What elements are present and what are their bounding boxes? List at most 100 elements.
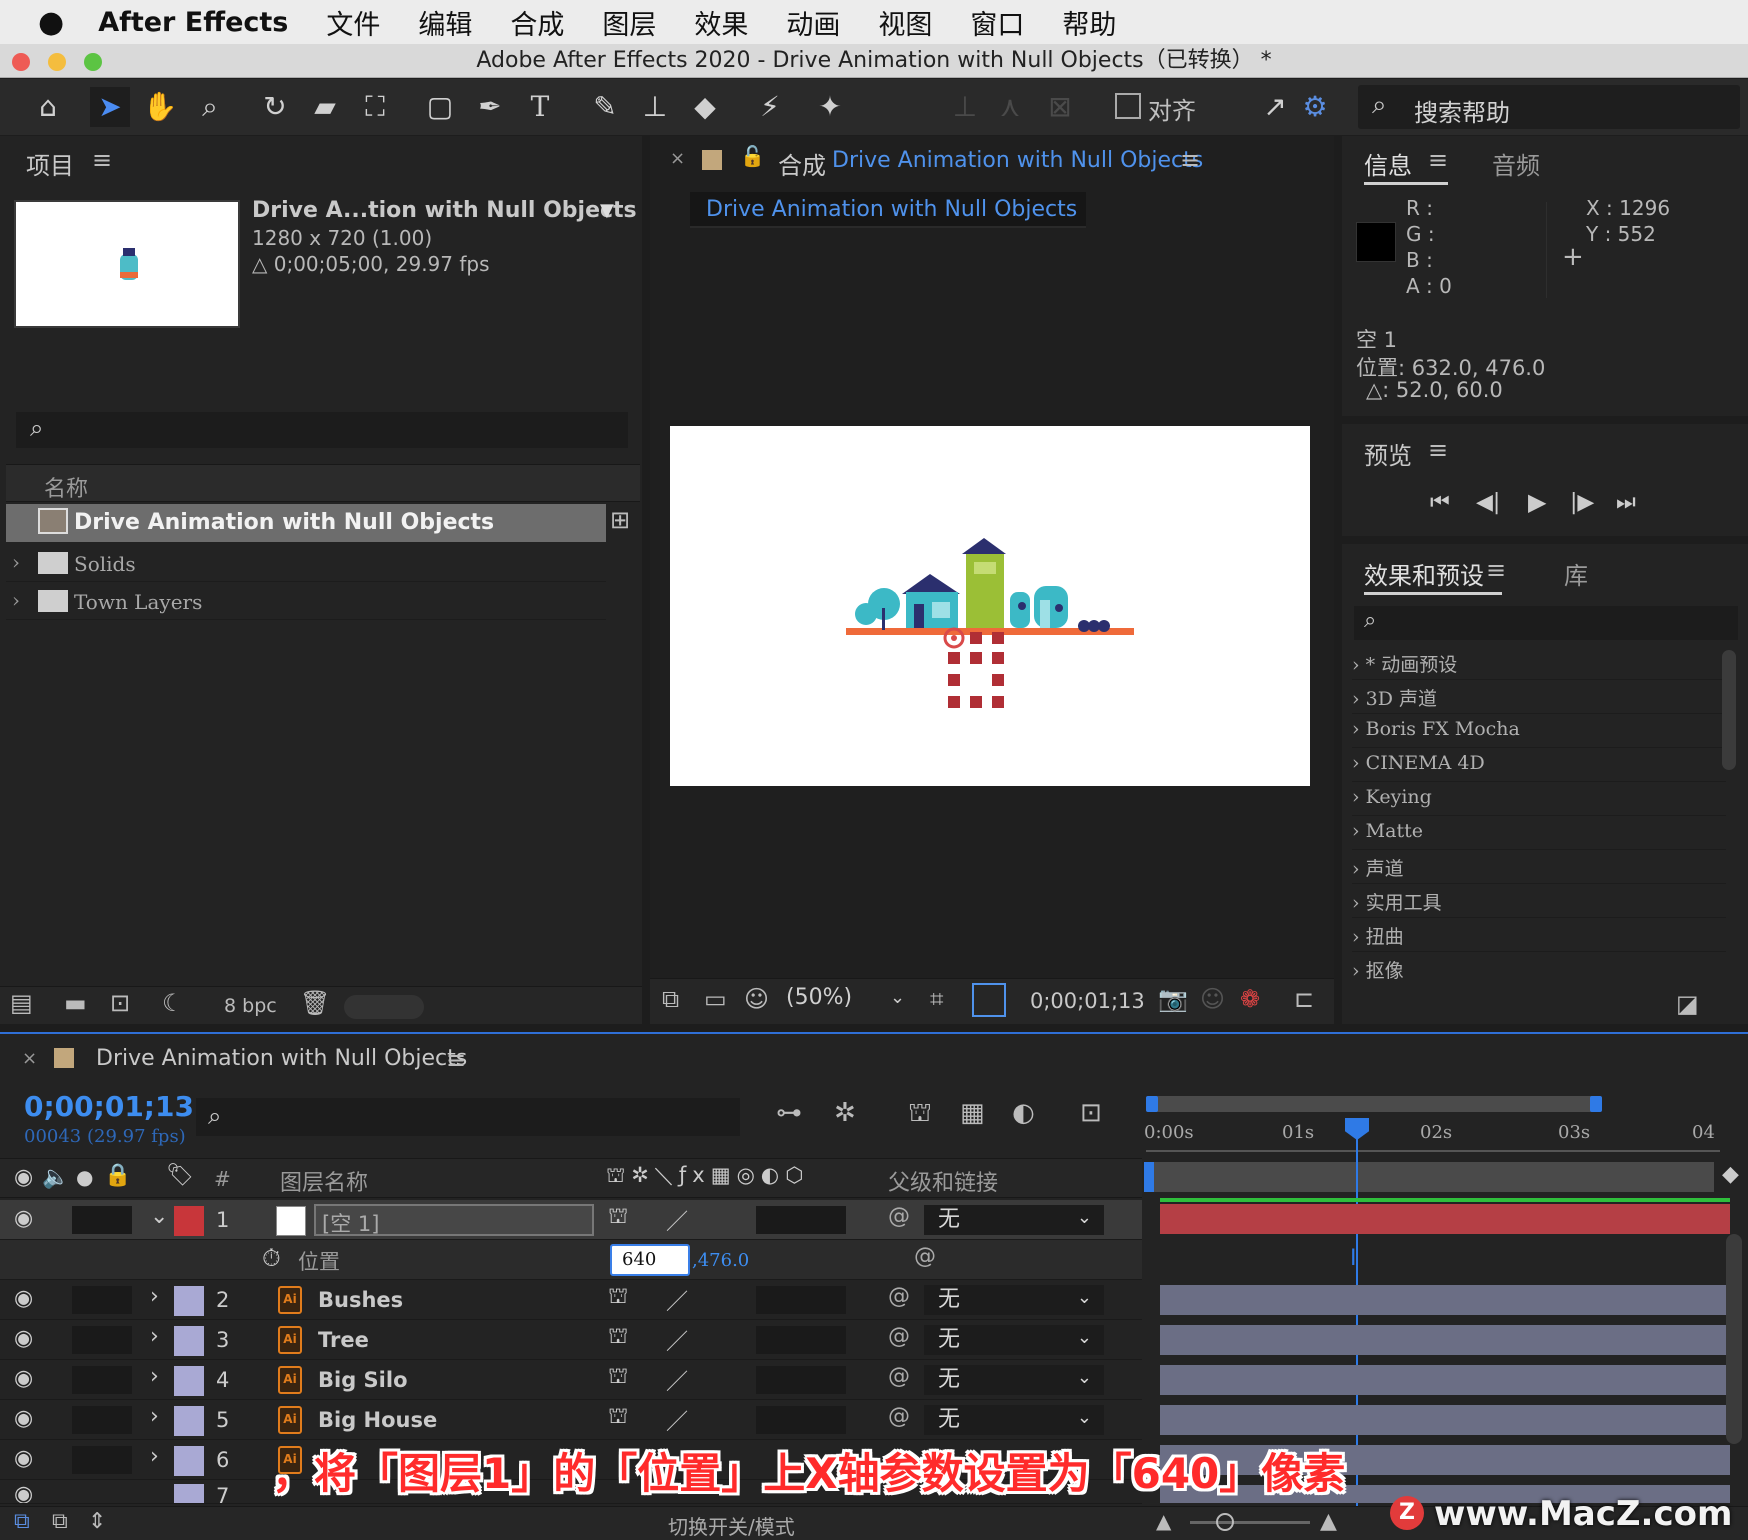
quality-switch-icon[interactable]: ／ xyxy=(666,1324,688,1356)
layer-label-color[interactable] xyxy=(174,1326,204,1356)
audio-header-icon[interactable]: 🔈 xyxy=(42,1165,69,1190)
shy-switch-icon[interactable]: ⛫ xyxy=(608,1324,628,1352)
comp-info-name[interactable]: Drive A...tion with Null Objects xyxy=(252,198,637,223)
column-parent-label[interactable]: 父级和链接 xyxy=(888,1165,998,1197)
first-frame-icon[interactable]: ⏮ xyxy=(1430,490,1450,515)
effect-category[interactable]: › Keying xyxy=(1352,786,1726,816)
chevron-right-icon[interactable]: › xyxy=(150,1284,159,1309)
audio-toggle[interactable] xyxy=(72,1326,102,1354)
timeline-title[interactable]: Drive Animation with Null Objects xyxy=(96,1046,467,1071)
switch-cell[interactable] xyxy=(816,1286,846,1314)
menu-file[interactable]: 文件 xyxy=(326,3,380,42)
home-icon[interactable]: ⌂ xyxy=(28,87,68,127)
menu-view[interactable]: 视图 xyxy=(878,3,932,42)
snapshot-icon[interactable]: 📷 xyxy=(1158,985,1188,1013)
project-item-comp[interactable]: Drive Animation with Null Objects xyxy=(6,504,606,542)
tab-info[interactable]: 信息 xyxy=(1364,146,1412,181)
parent-dropdown[interactable]: 无 ⌄ xyxy=(924,1325,1104,1355)
tab-effects-presets[interactable]: 效果和预设 xyxy=(1364,556,1484,591)
solo-header-icon[interactable]: ● xyxy=(76,1165,93,1189)
frame-blending-icon[interactable]: ▦ xyxy=(960,1098,985,1128)
switch-cell[interactable] xyxy=(756,1326,786,1354)
pick-whip-icon[interactable]: @ xyxy=(914,1244,936,1269)
audio-toggle[interactable] xyxy=(72,1446,102,1474)
pick-whip-icon[interactable]: @ xyxy=(888,1284,910,1309)
search-help-field[interactable]: ⌕ 搜索帮助 xyxy=(1358,85,1740,129)
switch-cell[interactable] xyxy=(816,1366,846,1394)
pick-whip-icon[interactable]: @ xyxy=(888,1404,910,1429)
label-header-icon[interactable]: 🏷 xyxy=(166,1163,194,1188)
effect-category[interactable]: › Boris FX Mocha xyxy=(1352,718,1726,748)
new-folder-icon[interactable]: ▬ xyxy=(64,989,87,1017)
zoom-out-icon[interactable]: ▲ xyxy=(1156,1509,1171,1533)
chevron-down-icon[interactable]: ⌄ xyxy=(150,1204,168,1229)
project-item-folder[interactable]: › Solids xyxy=(6,544,606,582)
parent-dropdown[interactable]: 无 ⌄ xyxy=(924,1405,1104,1435)
switch-cell[interactable] xyxy=(786,1286,816,1314)
audio-toggle[interactable] xyxy=(72,1206,102,1234)
audio-toggle[interactable] xyxy=(72,1286,102,1314)
layer-switches-toggle-icon[interactable]: ⧉ xyxy=(14,1509,30,1534)
quality-switch-icon[interactable]: ／ xyxy=(666,1284,688,1316)
menu-help[interactable]: 帮助 xyxy=(1062,3,1116,42)
timeline-scrollbar-thumb[interactable] xyxy=(1726,1234,1742,1444)
time-ruler[interactable]: 0:00s 01s 02s 03s 04 xyxy=(1144,1084,1720,1196)
position-x-input[interactable]: 640 xyxy=(610,1244,690,1276)
comp-viewer[interactable] xyxy=(670,426,1310,786)
solo-toggle[interactable] xyxy=(102,1406,132,1434)
selection-tool-icon[interactable]: ➤ xyxy=(90,87,130,127)
parent-dropdown[interactable]: 无 ⌄ xyxy=(924,1285,1104,1315)
property-row-position[interactable]: ⏱ 位置 640 ,476.0 @ xyxy=(0,1240,1142,1280)
workspace-icon[interactable]: ⚙ xyxy=(1295,87,1335,127)
brush-tool-icon[interactable]: ✎ xyxy=(585,87,625,127)
effect-category[interactable]: › 声道 xyxy=(1352,854,1726,884)
switch-cell[interactable] xyxy=(816,1326,846,1354)
layer-label-color[interactable] xyxy=(174,1446,204,1476)
panel-menu-icon[interactable]: ≡ xyxy=(92,146,112,174)
close-panel-icon[interactable]: × xyxy=(22,1048,37,1069)
last-frame-icon[interactable]: ⏭ xyxy=(1616,490,1636,515)
new-composition-icon[interactable]: ⊡ xyxy=(110,989,130,1017)
layer-label-color[interactable] xyxy=(174,1286,204,1316)
composition-flowchart-icon[interactable]: ⊶ xyxy=(776,1098,802,1128)
dropdown-triangle-icon[interactable]: ▼ xyxy=(600,200,614,221)
chevron-right-icon[interactable]: › xyxy=(12,550,26,574)
lock-icon[interactable]: 🔓 xyxy=(740,144,765,168)
comp-tab[interactable]: Drive Animation with Null Objects xyxy=(690,192,1086,228)
zoom-in-icon[interactable]: ▲ xyxy=(1320,1509,1337,1534)
layer-row[interactable]: ◉ › 2 Ai Bushes ⛫ ／ @ 无 ⌄ xyxy=(0,1280,1142,1320)
stopwatch-icon[interactable]: ⏱ xyxy=(262,1244,281,1272)
puppet-tool-icon[interactable]: ✦ xyxy=(810,87,850,127)
layer-label-color[interactable] xyxy=(174,1484,204,1503)
hand-tool-icon[interactable]: ✋ xyxy=(140,87,180,127)
eye-icon[interactable]: ◉ xyxy=(14,1326,33,1351)
solo-toggle[interactable] xyxy=(102,1366,132,1394)
layer-row[interactable]: ◉ › 3 Ai Tree ⛫ ／ @ 无 ⌄ xyxy=(0,1320,1142,1360)
pick-whip-icon[interactable]: @ xyxy=(888,1204,910,1229)
eye-icon[interactable]: ◉ xyxy=(14,1366,33,1391)
effect-category[interactable]: › * 动画预设 xyxy=(1352,650,1726,680)
shy-switch-icon[interactable]: ⛫ xyxy=(608,1404,628,1432)
work-area-bar[interactable] xyxy=(1152,1096,1600,1112)
parent-dropdown[interactable]: 无 ⌄ xyxy=(924,1205,1104,1235)
switch-cell[interactable] xyxy=(816,1206,846,1234)
switch-cell[interactable] xyxy=(756,1286,786,1314)
chevron-right-icon[interactable]: › xyxy=(150,1444,159,1469)
previous-frame-icon[interactable]: ◀| xyxy=(1476,490,1500,515)
monitor-icon[interactable]: ▭ xyxy=(704,985,727,1013)
audio-toggle[interactable] xyxy=(72,1406,102,1434)
quality-switch-icon[interactable]: ／ xyxy=(666,1204,688,1236)
panel-menu-icon[interactable]: ≡ xyxy=(1486,556,1506,584)
layer-row[interactable]: ◉ › 4 Ai Big Silo ⛫ ／ @ 无 ⌄ xyxy=(0,1360,1142,1400)
effects-search-field[interactable]: ⌕ xyxy=(1354,606,1738,640)
menu-edit[interactable]: 编辑 xyxy=(418,3,472,42)
effects-scrollbar-thumb[interactable] xyxy=(1722,650,1736,770)
rotate-tool-icon[interactable]: ↻ xyxy=(255,87,295,127)
switch-cell[interactable] xyxy=(786,1326,816,1354)
trash-icon[interactable]: 🗑 xyxy=(300,989,330,1017)
shy-switch-icon[interactable]: ⛫ xyxy=(608,1284,628,1312)
menu-composition[interactable]: 合成 xyxy=(510,3,564,42)
align-checkbox[interactable] xyxy=(1115,93,1141,119)
chevron-right-icon[interactable]: › xyxy=(150,1324,159,1349)
comp-marker-bin-icon[interactable]: ◆ xyxy=(1722,1162,1739,1187)
